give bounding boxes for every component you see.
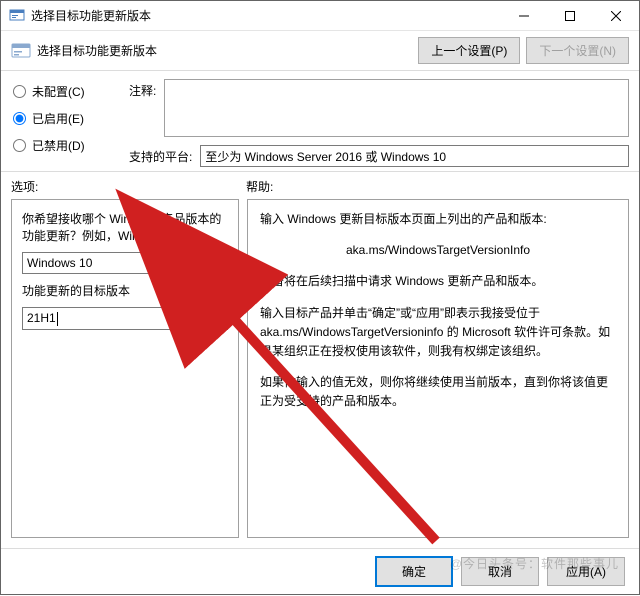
option-product-question: 你希望接收哪个 Windows 产品版本的功能更新？例如，Windows 10 [22, 210, 228, 244]
platform-value: 至少为 Windows Server 2016 或 Windows 10 [200, 145, 629, 167]
state-radio-group: 未配置(C) 已启用(E) 已禁用(D) [11, 79, 121, 167]
app-icon [9, 8, 25, 24]
toolbar-title: 选择目标功能更新版本 [37, 42, 418, 59]
radio-not-configured[interactable]: 未配置(C) [11, 83, 121, 100]
product-name-input[interactable] [22, 252, 228, 274]
help-pane[interactable]: 输入 Windows 更新目标版本页面上列出的产品和版本: aka.ms/Win… [247, 199, 629, 538]
help-link: aka.ms/WindowsTargetVersionInfo [260, 241, 616, 260]
dialog-footer: 确定 取消 应用(A) [1, 548, 639, 594]
next-setting-button[interactable]: 下一个设置(N) [526, 37, 629, 64]
radio-disabled[interactable]: 已禁用(D) [11, 137, 121, 154]
prev-setting-button[interactable]: 上一个设置(P) [418, 37, 520, 64]
comment-label: 注释: [129, 79, 156, 99]
options-heading: 选项: [11, 178, 246, 195]
help-text-2: 设备将在后续扫描中请求 Windows 更新产品和版本。 [260, 272, 616, 291]
radio-enabled-input[interactable] [13, 112, 26, 125]
target-version-input[interactable]: 21H1 [22, 307, 228, 330]
close-button[interactable] [593, 1, 639, 31]
policy-icon [11, 41, 31, 61]
minimize-button[interactable] [501, 1, 547, 31]
cancel-button[interactable]: 取消 [461, 557, 539, 586]
window-title: 选择目标功能更新版本 [31, 7, 501, 24]
comment-input[interactable] [164, 79, 629, 137]
help-text-1: 输入 Windows 更新目标版本页面上列出的产品和版本: [260, 210, 616, 229]
toolbar: 选择目标功能更新版本 上一个设置(P) 下一个设置(N) [1, 31, 639, 70]
radio-not-configured-input[interactable] [13, 85, 26, 98]
help-text-4: 如果你输入的值无效，则你将继续使用当前版本，直到你将该值更正为受支持的产品和版本… [260, 373, 616, 411]
radio-enabled[interactable]: 已启用(E) [11, 110, 121, 127]
platform-label: 支持的平台: [129, 145, 192, 165]
apply-button[interactable]: 应用(A) [547, 557, 625, 586]
option-target-version-label: 功能更新的目标版本 [22, 282, 228, 299]
titlebar: 选择目标功能更新版本 [1, 1, 639, 31]
help-heading: 帮助: [246, 178, 273, 195]
ok-button[interactable]: 确定 [375, 556, 453, 587]
options-pane: 你希望接收哪个 Windows 产品版本的功能更新？例如，Windows 10 … [11, 199, 239, 538]
maximize-button[interactable] [547, 1, 593, 31]
help-text-3: 输入目标产品并单击“确定”或“应用”即表示我接受位于 aka.ms/Window… [260, 304, 616, 362]
radio-disabled-input[interactable] [13, 139, 26, 152]
